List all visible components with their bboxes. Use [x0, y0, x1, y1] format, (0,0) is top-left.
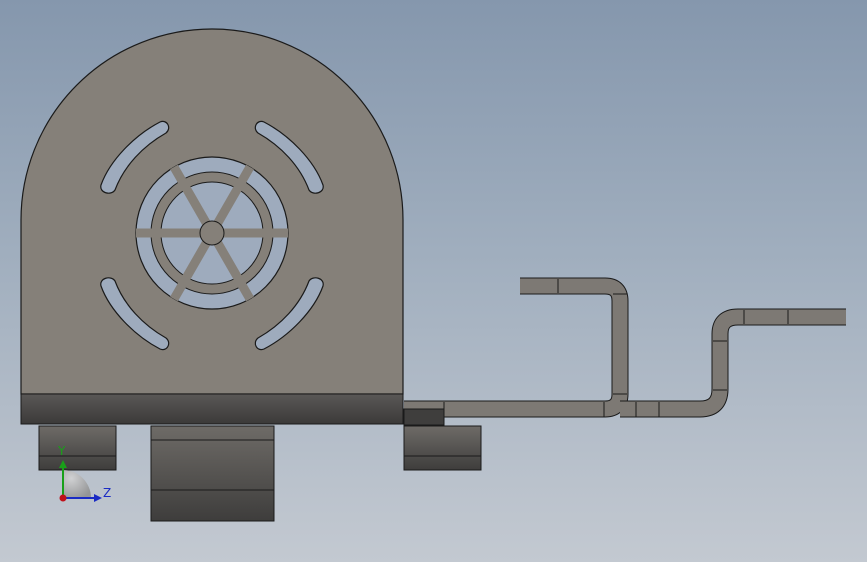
model-scene: Y Z — [20, 28, 846, 522]
fan-grille — [135, 156, 289, 310]
triad-origin — [59, 494, 67, 502]
right-foot — [403, 425, 482, 471]
cad-viewport[interactable]: Y Z — [0, 0, 867, 562]
z-axis-label: Z — [103, 486, 111, 500]
y-axis-label: Y — [57, 444, 66, 458]
center-foot — [150, 425, 275, 522]
left-foot — [38, 425, 117, 471]
wire-bracket — [403, 277, 846, 426]
